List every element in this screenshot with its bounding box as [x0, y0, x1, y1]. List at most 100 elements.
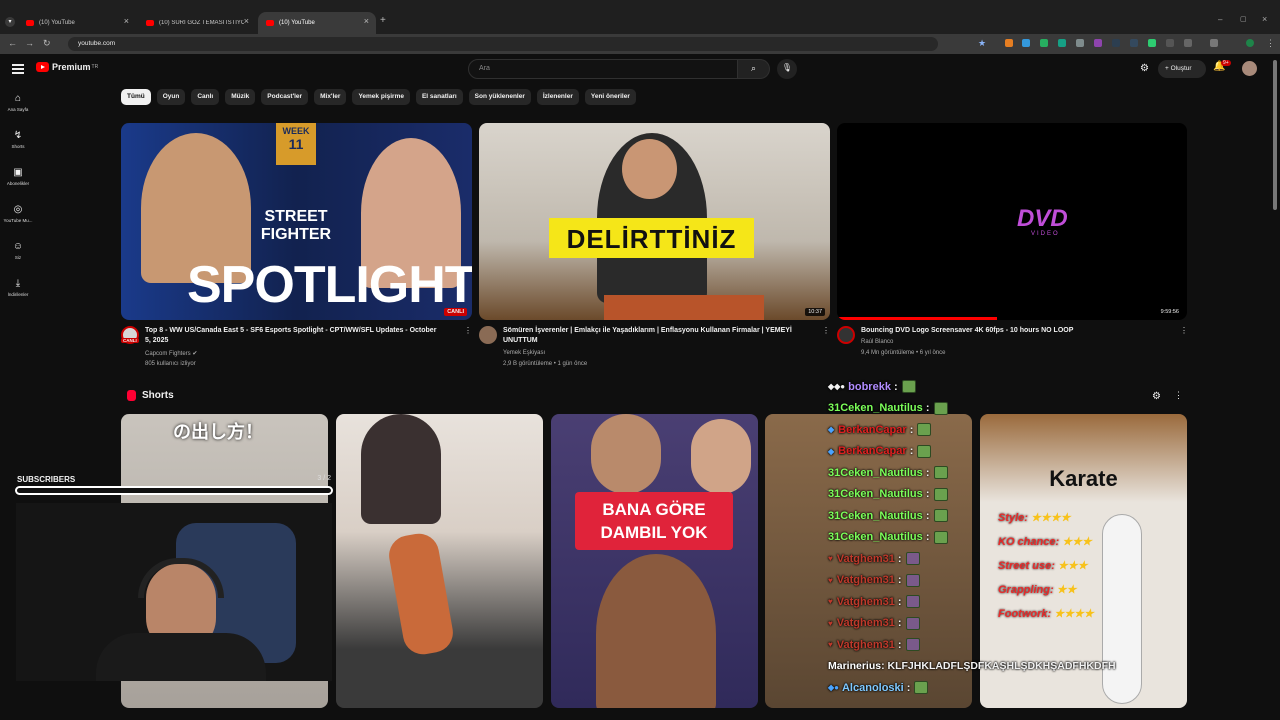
menu-kebab-icon[interactable]: ⋮	[1266, 38, 1275, 49]
channel-avatar[interactable]	[479, 326, 497, 344]
browser-tab[interactable]: (10) YouTube ×	[18, 12, 136, 34]
chat-line: ◆ BerkanCapar :	[828, 419, 1158, 441]
title-line: UNUTTUM	[503, 337, 538, 344]
voice-search-button[interactable]: 🎙	[777, 59, 797, 79]
puzzle-icon[interactable]	[1184, 39, 1192, 47]
extension-icon[interactable]	[1130, 39, 1138, 47]
sidebar-item-label: YouTube Mu...	[3, 218, 33, 223]
tab-search-button[interactable]: ▾	[5, 17, 15, 27]
sidebar-item-music[interactable]: ◎ YouTube Mu...	[0, 204, 36, 223]
chat-message: :	[897, 552, 902, 565]
download-icon: ⤓	[15, 278, 21, 289]
url-field[interactable]: youtube.com	[68, 37, 938, 51]
tab-label: (10) YouTube	[279, 20, 315, 26]
chip-recently-uploaded[interactable]: Son yüklenenler	[468, 89, 531, 105]
channel-name-text: Capcom Fighters	[145, 351, 191, 357]
sidebar-item-shorts[interactable]: ↯ Shorts	[0, 130, 36, 149]
extension-icon[interactable]	[1076, 39, 1084, 47]
watch-progress	[837, 317, 997, 320]
settings-gear-icon[interactable]: ⚙	[1140, 63, 1149, 74]
shorts-more-icon[interactable]: ⋮	[1174, 390, 1183, 401]
extension-icon[interactable]	[1112, 39, 1120, 47]
chat-message: :	[925, 531, 930, 544]
close-icon[interactable]: ×	[364, 16, 369, 26]
account-avatar[interactable]	[1242, 61, 1257, 76]
sidebar-item-home[interactable]: ⌂ Ana Sayfa	[0, 93, 36, 112]
more-options-icon[interactable]: ⋮	[1180, 326, 1188, 335]
close-icon[interactable]: ×	[244, 16, 249, 26]
extension-icon[interactable]	[1094, 39, 1102, 47]
hamburger-menu-icon[interactable]	[12, 64, 24, 74]
extension-icon[interactable]	[1148, 39, 1156, 47]
profile-icon[interactable]	[1246, 39, 1254, 47]
search-button[interactable]: ⌕	[738, 59, 770, 79]
channel-name[interactable]: Yemek Eşkiyası	[503, 350, 545, 356]
channel-avatar[interactable]	[837, 326, 855, 344]
video-thumbnail[interactable]: WEEK 11 STREET FIGHTER SPOTLIGHT CANLI	[121, 123, 472, 320]
video-thumbnail[interactable]: DVD VIDEO 9:59:56	[837, 123, 1187, 320]
extension-icon[interactable]	[1058, 39, 1066, 47]
sidebar-item-subscriptions[interactable]: ▣ Abonelikler	[0, 167, 36, 186]
back-icon[interactable]: ←	[8, 38, 17, 48]
more-options-icon[interactable]: ⋮	[464, 326, 472, 335]
channel-name[interactable]: Raúl Blanco	[861, 339, 893, 345]
forward-icon[interactable]: →	[25, 38, 34, 48]
bookmark-star-icon[interactable]: ★	[978, 38, 986, 49]
create-button[interactable]: + Oluştur	[1158, 60, 1206, 78]
search-input[interactable]: Ara	[468, 59, 738, 79]
shorts-title: Shorts	[142, 390, 174, 401]
chat-message: :	[909, 423, 914, 436]
chat-line: ♥ Vatghem31 :	[828, 634, 1158, 656]
video-title[interactable]: Sömüren İşverenler | Emlakçı ile Yaşadık…	[503, 326, 823, 346]
week-badge: WEEK 11	[276, 123, 316, 165]
sidebar-item-you[interactable]: ☺ Siz	[0, 241, 36, 260]
chip-podcasts[interactable]: Podcast'ler	[261, 89, 309, 105]
sidebar-item-downloads[interactable]: ⤓ İndirilenler	[0, 278, 36, 297]
chip-music[interactable]: Müzik	[225, 89, 256, 105]
video-title[interactable]: Top 8 - WW US/Canada East 5 - SF6 Esport…	[145, 326, 465, 346]
emote-icon	[933, 466, 948, 480]
chat-badge-icon: ♥	[828, 554, 833, 564]
short-person-left	[591, 414, 661, 494]
chip-crafts[interactable]: El sanatları	[415, 89, 463, 105]
youtube-premium-logo[interactable]: Premium TR	[36, 62, 98, 72]
extension-icon[interactable]	[1005, 39, 1013, 47]
video-thumbnail[interactable]: DELİRTTİNİZ 10:37	[479, 123, 830, 320]
short-card[interactable]: BANA GÖRE DAMBIL YOK	[551, 414, 758, 708]
video-title[interactable]: Bouncing DVD Logo Screensaver 4K 60fps -…	[861, 326, 1181, 336]
title-line: 5, 2025	[145, 337, 169, 344]
extension-icon[interactable]	[1022, 39, 1030, 47]
emote-icon	[933, 487, 948, 501]
maximize-button[interactable]: ▢	[1240, 15, 1247, 23]
notification-badge: 9+	[1221, 60, 1231, 66]
page-scrollbar[interactable]	[1273, 60, 1277, 210]
search-icon: ⌕	[750, 63, 757, 73]
chat-message: :	[894, 380, 898, 393]
chip-cooking[interactable]: Yemek pişirme	[352, 89, 410, 105]
chip-mixes[interactable]: Mix'ler	[314, 89, 347, 105]
short-caption-line: DAMBIL YOK	[600, 523, 708, 542]
chip-watched[interactable]: İzlenenler	[536, 89, 579, 105]
reload-icon[interactable]: ↻	[43, 38, 51, 49]
chat-username: BerkanCapar	[838, 445, 907, 458]
chip-new-to-you[interactable]: Yeni öneriler	[584, 89, 636, 105]
youtube-favicon-icon	[266, 20, 274, 26]
more-options-icon[interactable]: ⋮	[822, 326, 830, 335]
chip-all[interactable]: Tümü	[121, 89, 151, 105]
extension-icon[interactable]	[1166, 39, 1174, 47]
stream-chat-overlay: ◆◆● bobrekk : 31Ceken_Nautilus : ◆ BerkanC…	[828, 376, 1158, 706]
extension-icon[interactable]	[1040, 39, 1048, 47]
minimize-button[interactable]: –	[1218, 15, 1222, 24]
short-card[interactable]	[336, 414, 543, 708]
close-icon[interactable]: ×	[124, 16, 129, 26]
browser-tab[interactable]: (10) SURİ GÖZ TEMASI İSTİYO ×	[138, 12, 256, 34]
download-icon[interactable]	[1210, 39, 1218, 47]
new-tab-button[interactable]: +	[380, 15, 386, 26]
browser-tab-active[interactable]: (10) YouTube ×	[258, 12, 376, 34]
chat-message: :	[906, 681, 911, 694]
chip-games[interactable]: Oyun	[156, 89, 186, 105]
thumbnail-food-tray	[604, 295, 764, 320]
chip-live[interactable]: Canlı	[191, 89, 220, 105]
close-window-button[interactable]: ×	[1262, 14, 1267, 24]
channel-name[interactable]: Capcom Fighters ✔	[145, 350, 197, 357]
